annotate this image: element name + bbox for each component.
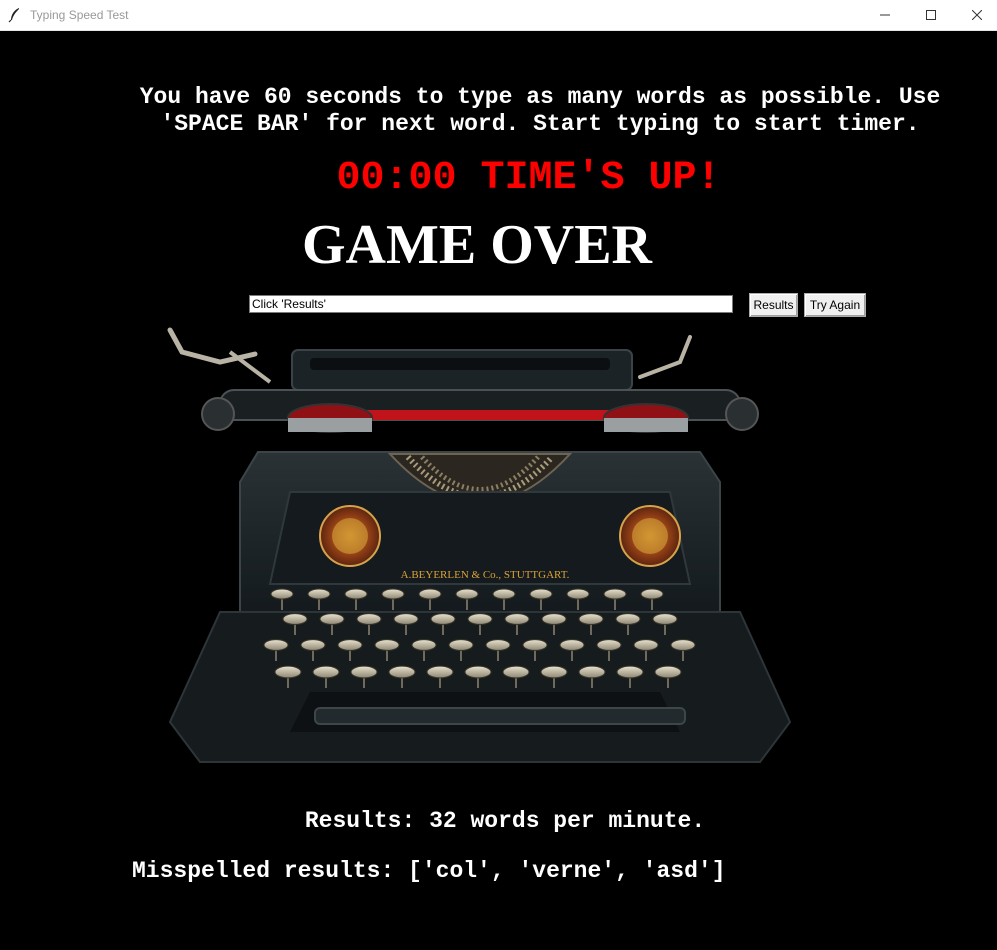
typewriter-key bbox=[485, 639, 511, 651]
typewriter-key bbox=[411, 639, 437, 651]
typewriter-key bbox=[492, 588, 516, 600]
typewriter-key bbox=[350, 665, 378, 679]
typewriter-key bbox=[270, 588, 294, 600]
typewriter-key bbox=[578, 665, 606, 679]
typewriter-key bbox=[603, 588, 627, 600]
close-icon bbox=[972, 10, 982, 20]
typewriter-key bbox=[418, 588, 442, 600]
window-title: Typing Speed Test bbox=[30, 8, 129, 22]
title-bar: Typing Speed Test bbox=[0, 0, 997, 31]
typewriter-key bbox=[596, 639, 622, 651]
brand-plate-text: A.BEYERLEN & Co., STUTTGART. bbox=[401, 569, 570, 581]
typewriter-key bbox=[559, 639, 585, 651]
typewriter-key bbox=[274, 665, 302, 679]
typewriter-key bbox=[467, 613, 493, 625]
results-button[interactable]: Results bbox=[749, 293, 798, 317]
misspelled-results: Misspelled results: ['col', 'verne', 'as… bbox=[132, 858, 726, 884]
typewriter-key bbox=[282, 613, 308, 625]
feather-icon bbox=[8, 8, 19, 23]
typewriter-key bbox=[312, 665, 340, 679]
typewriter-key bbox=[670, 639, 696, 651]
typewriter-key bbox=[633, 639, 659, 651]
typewriter-key bbox=[615, 613, 641, 625]
typing-input[interactable]: Click 'Results' bbox=[249, 295, 733, 313]
typewriter-key bbox=[263, 639, 289, 651]
typewriter-key bbox=[319, 613, 345, 625]
typewriter-key bbox=[504, 613, 530, 625]
minimize-button[interactable] bbox=[862, 0, 908, 30]
typewriter-key bbox=[578, 613, 604, 625]
typewriter-key bbox=[455, 588, 479, 600]
maximize-icon bbox=[926, 10, 936, 20]
instructions-line-2: 'SPACE BAR' for next word. Start typing … bbox=[160, 111, 920, 137]
typewriter-key bbox=[393, 613, 419, 625]
typewriter-key bbox=[464, 665, 492, 679]
typewriter-key bbox=[337, 639, 363, 651]
typewriter-key bbox=[300, 639, 326, 651]
typewriter-key bbox=[541, 613, 567, 625]
typewriter-key bbox=[426, 665, 454, 679]
try-again-button[interactable]: Try Again bbox=[804, 293, 866, 317]
typewriter-key bbox=[502, 665, 530, 679]
results-wpm: Results: 32 words per minute. bbox=[304, 808, 706, 834]
typewriter-key bbox=[448, 639, 474, 651]
typewriter-key bbox=[652, 613, 678, 625]
instructions-line-1: You have 60 seconds to type as many word… bbox=[139, 84, 941, 110]
typewriter-key bbox=[374, 639, 400, 651]
typewriter-key bbox=[388, 665, 416, 679]
typewriter-key bbox=[356, 613, 382, 625]
typewriter-key bbox=[307, 588, 331, 600]
maximize-button[interactable] bbox=[908, 0, 954, 30]
close-button[interactable] bbox=[954, 0, 997, 30]
game-over-label: GAME OVER bbox=[302, 214, 652, 276]
typewriter-image: A.BEYERLEN & Co., STUTTGART. bbox=[167, 327, 792, 763]
typewriter-key bbox=[566, 588, 590, 600]
timer-status: TIME'S UP! bbox=[480, 156, 721, 201]
timer-value: 00:00 bbox=[336, 156, 457, 201]
typewriter-key bbox=[640, 588, 664, 600]
typewriter-key bbox=[430, 613, 456, 625]
typewriter-key bbox=[540, 665, 568, 679]
typewriter-key bbox=[654, 665, 682, 679]
instructions: You have 60 seconds to type as many word… bbox=[100, 84, 980, 138]
typewriter-key bbox=[529, 588, 553, 600]
typewriter-key bbox=[344, 588, 368, 600]
timer-display: 00:00 TIME'S UP! bbox=[0, 156, 997, 202]
typewriter-key bbox=[381, 588, 405, 600]
minimize-icon bbox=[880, 14, 890, 16]
typewriter-key bbox=[522, 639, 548, 651]
typewriter-key bbox=[616, 665, 644, 679]
